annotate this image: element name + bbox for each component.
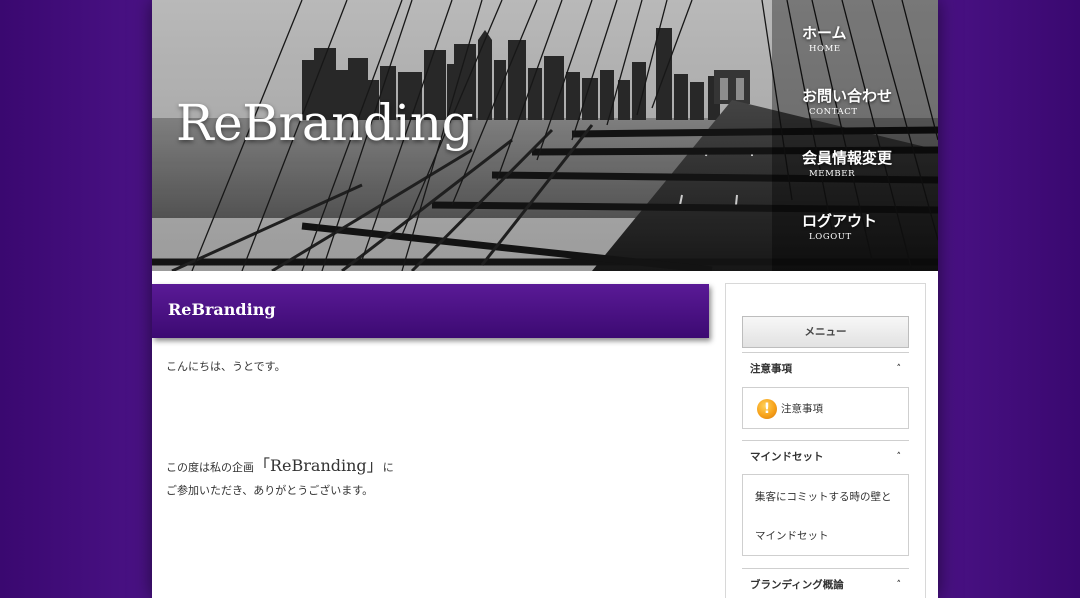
header-banner: ReBranding ホーム HOME お問い合わせ CONTACT 会員情報変… xyxy=(152,0,938,271)
page-container: ReBranding ホーム HOME お問い合わせ CONTACT 会員情報変… xyxy=(152,0,938,598)
content-heading: ReBranding xyxy=(168,300,276,319)
greeting-text: こんにちは、うとです。 xyxy=(166,360,286,373)
exclamation-circle-icon: ! xyxy=(757,399,777,419)
nav-contact-sublabel: CONTACT xyxy=(809,107,858,117)
nav-item-logout[interactable]: ログアウト LOGOUT xyxy=(802,210,877,242)
sidebar-menu-header: メニュー xyxy=(742,316,909,348)
sidebar: メニュー 注意事項 ˄ ! 注意事項 マインドセット ˄ 集客にコミットする時の… xyxy=(725,283,926,598)
nav-logout-sublabel: LOGOUT xyxy=(809,232,852,242)
intro-line-2: ご参加いただき、ありがとうございます。 xyxy=(166,484,374,497)
intro-suffix: に xyxy=(382,461,394,474)
section-title-mindset: マインドセット xyxy=(750,451,824,463)
chevron-up-icon: ˄ xyxy=(896,580,902,590)
link-notes[interactable]: 注意事項 xyxy=(781,401,823,416)
nav-logout-label: ログアウト xyxy=(802,212,878,230)
project-name: 「ReBranding」 xyxy=(254,456,383,475)
nav-item-contact[interactable]: お問い合わせ CONTACT xyxy=(802,85,892,117)
content-title-bar: ReBranding xyxy=(152,284,709,338)
section-title-branding: ブランディング概論 xyxy=(750,579,844,591)
section-body-mindset: 集客にコミットする時の壁と マインドセット xyxy=(742,474,909,556)
section-header-mindset[interactable]: マインドセット ˄ xyxy=(742,440,909,472)
site-title[interactable]: ReBranding xyxy=(176,94,474,152)
chevron-up-icon: ˄ xyxy=(896,364,902,374)
section-header-branding[interactable]: ブランディング概論 ˄ xyxy=(742,568,909,598)
link-mindset-1[interactable]: 集客にコミットする時の壁と xyxy=(755,489,892,504)
nav-item-member[interactable]: 会員情報変更 MEMBER xyxy=(802,147,892,179)
chevron-up-icon: ˄ xyxy=(896,452,902,462)
intro-line-1: この度は私の企画「ReBranding」に xyxy=(166,452,394,476)
nav-home-label: ホーム xyxy=(802,24,847,42)
intro-prefix: この度は私の企画 xyxy=(166,461,254,474)
nav-member-sublabel: MEMBER xyxy=(809,169,856,179)
section-title-notes: 注意事項 xyxy=(750,363,792,375)
link-mindset-2[interactable]: マインドセット xyxy=(755,528,829,543)
nav-member-label: 会員情報変更 xyxy=(802,149,893,167)
nav-home-sublabel: HOME xyxy=(809,44,841,54)
nav-item-home[interactable]: ホーム HOME xyxy=(802,22,847,54)
section-header-notes[interactable]: 注意事項 ˄ xyxy=(742,352,909,384)
nav-contact-label: お問い合わせ xyxy=(802,87,893,105)
section-body-notes: ! 注意事項 xyxy=(742,387,909,429)
